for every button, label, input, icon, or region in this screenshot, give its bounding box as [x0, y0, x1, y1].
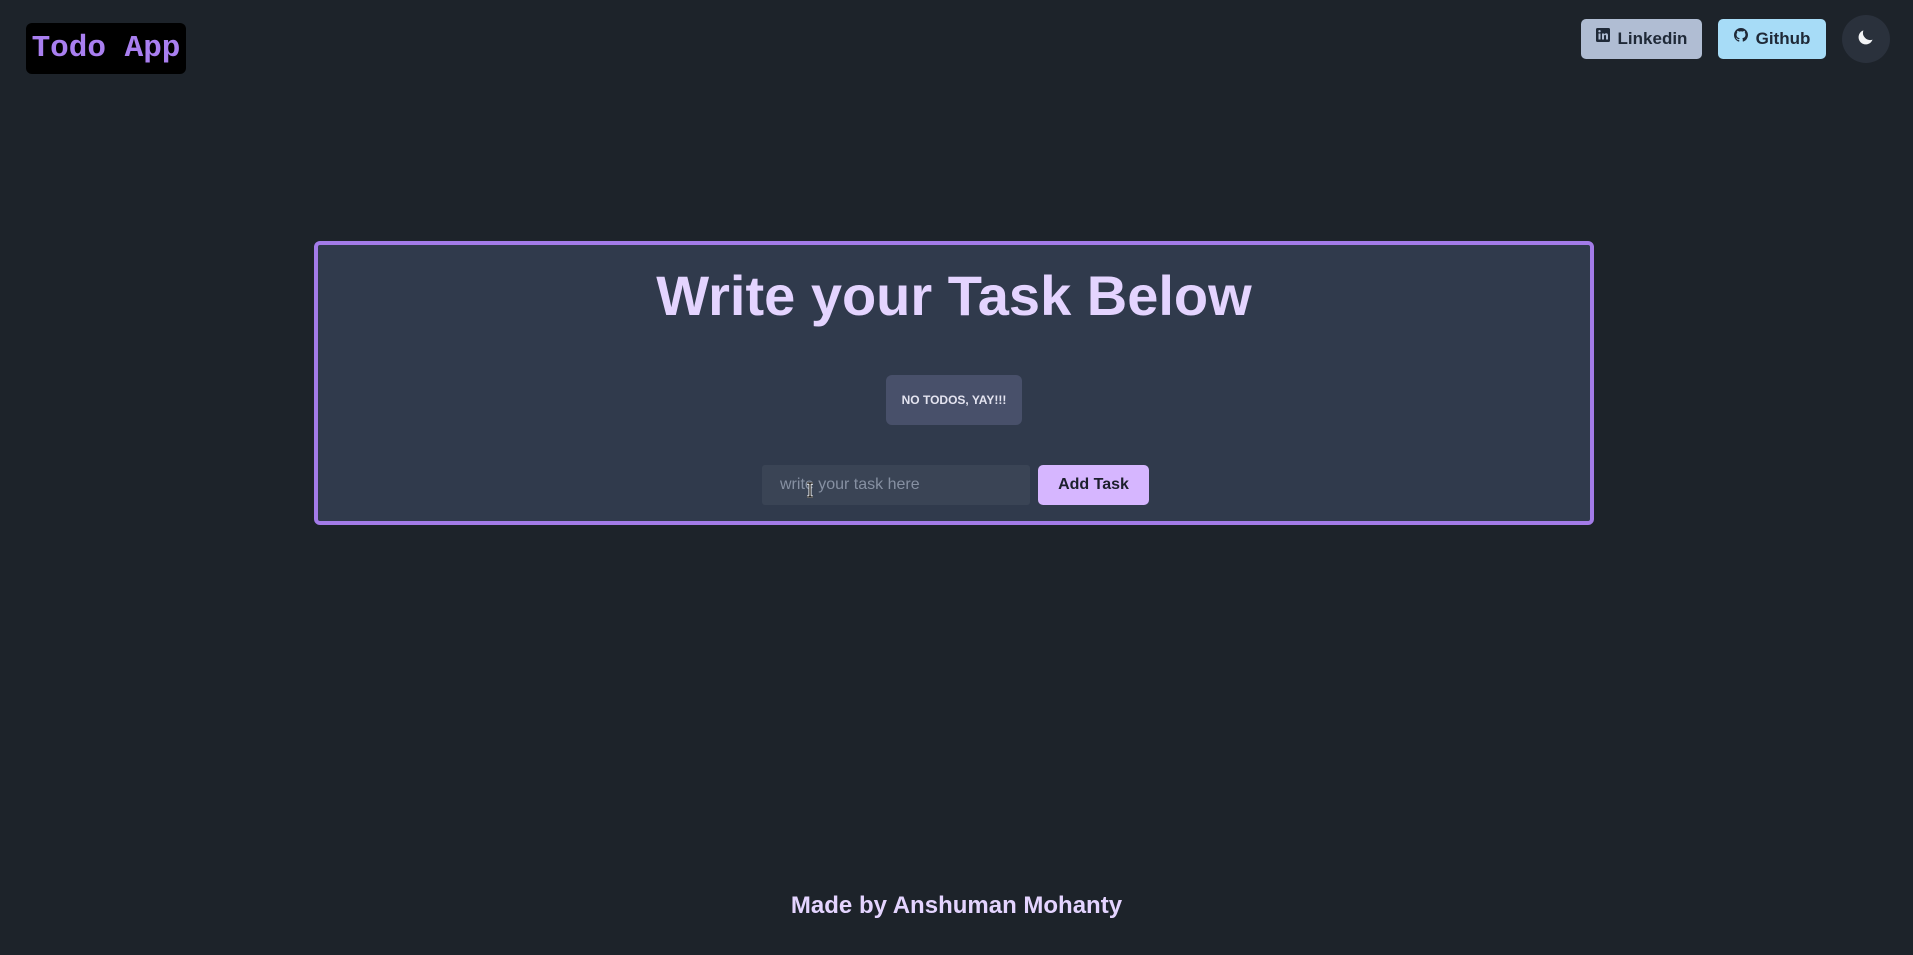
page-title: Write your Task Below [656, 264, 1252, 327]
linkedin-icon [1595, 28, 1610, 42]
github-icon [1733, 28, 1748, 42]
footer-credit: Made by Anshuman Mohanty [790, 892, 1123, 919]
task-input[interactable] [762, 465, 1030, 505]
task-card: Write your Task Below NO TODOS, YAY!!! A… [314, 241, 1594, 525]
moon-icon [1857, 28, 1875, 51]
add-task-button[interactable]: Add Task [1038, 465, 1149, 505]
empty-state-badge: NO TODOS, YAY!!! [886, 375, 1022, 425]
app-logo[interactable]: Todo App [26, 23, 186, 74]
github-label: Github [1755, 29, 1811, 48]
linkedin-button[interactable]: Linkedin [1581, 19, 1702, 59]
github-button[interactable]: Github [1718, 19, 1826, 59]
app-root: Todo App Linkedin Github Write your Task… [0, 0, 1913, 955]
linkedin-label: Linkedin [1617, 29, 1688, 48]
text-cursor-icon [807, 482, 813, 498]
theme-toggle-button[interactable] [1842, 15, 1890, 63]
